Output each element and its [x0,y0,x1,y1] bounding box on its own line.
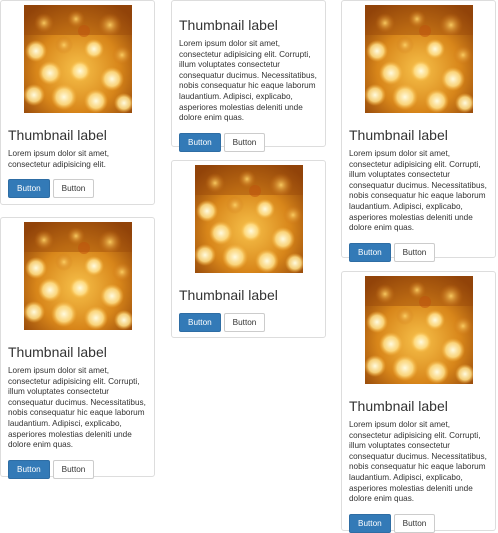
button-group: Button Button [8,179,147,199]
thumbnail-caption: Thumbnail label Lorem ipsum dolor sit am… [346,398,491,533]
default-button[interactable]: Button [223,132,266,152]
thumbnail-image [365,5,473,113]
thumbnail-image [195,165,303,273]
thumbnail-text: Lorem ipsum dolor sit amet, consectetur … [349,149,487,233]
thumbnail-caption: Thumbnail label Lorem ipsum dolor sit am… [5,344,150,479]
thumbnail-caption: Thumbnail label Button Button [176,287,321,332]
thumbnail-text: Lorem ipsum dolor sit amet, consectetur … [349,420,487,504]
thumbnail-image [365,276,473,384]
button-group: Button Button [349,513,488,533]
thumbnail-card: Thumbnail label Lorem ipsum dolor sit am… [0,0,155,205]
thumbnail-card: Thumbnail label Lorem ipsum dolor sit am… [341,271,496,533]
thumbnail-caption: Thumbnail label Lorem ipsum dolor sit am… [346,127,491,262]
default-button[interactable]: Button [393,513,436,533]
button-group: Button Button [8,459,147,479]
thumbnail-title: Thumbnail label [179,287,278,303]
primary-button[interactable]: Button [8,179,50,199]
default-button[interactable]: Button [52,179,95,199]
thumbnail-title: Thumbnail label [349,127,448,143]
thumbnail-image [24,5,132,113]
button-group: Button Button [349,242,488,262]
default-button[interactable]: Button [393,242,436,262]
thumbnail-caption: Thumbnail label Lorem ipsum dolor sit am… [176,17,321,152]
thumbnail-title: Thumbnail label [8,127,107,143]
thumbnail-caption: Thumbnail label Lorem ipsum dolor sit am… [5,127,150,199]
thumbnail-title: Thumbnail label [179,17,278,33]
primary-button[interactable]: Button [179,132,221,152]
thumbnail-title: Thumbnail label [8,344,107,360]
thumbnail-card: Thumbnail label Lorem ipsum dolor sit am… [341,0,496,262]
thumbnail-text: Lorem ipsum dolor sit amet, consectetur … [179,39,317,123]
thumbnail-card: Thumbnail label Lorem ipsum dolor sit am… [0,217,155,479]
default-button[interactable]: Button [223,313,266,332]
primary-button[interactable]: Button [179,313,221,332]
default-button[interactable]: Button [52,459,95,479]
thumbnail-image [24,222,132,330]
thumbnail-text: Lorem ipsum dolor sit amet, consectetur … [8,149,110,169]
primary-button[interactable]: Button [349,242,391,262]
primary-button[interactable]: Button [349,513,391,533]
primary-button[interactable]: Button [8,459,50,479]
button-group: Button Button [179,313,318,332]
thumbnail-card: Thumbnail label Button Button [171,160,326,338]
button-group: Button Button [179,132,318,152]
thumbnail-text: Lorem ipsum dolor sit amet, consectetur … [8,366,146,450]
thumbnail-card: Thumbnail label Lorem ipsum dolor sit am… [171,0,326,152]
thumbnail-title: Thumbnail label [349,398,448,414]
